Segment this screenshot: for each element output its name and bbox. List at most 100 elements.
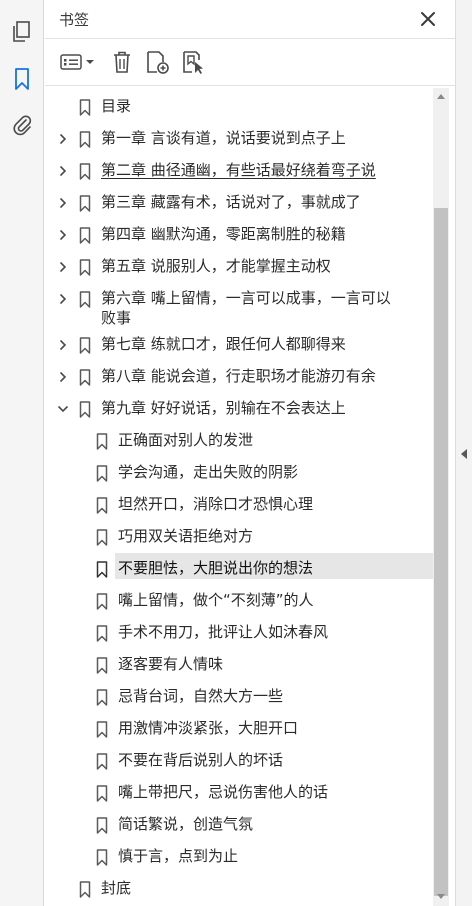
bookmark-subitem[interactable]: 忌背台词，自然大方一些 — [45, 681, 433, 713]
bookmark-tree: 目录第一章 言谈有道，说话要说到点子上第二章 曲径通幽，有些话最好绕着弯子说 第三… — [45, 88, 433, 906]
bookmark-label: 不要胆怯，大胆说出你的想法 — [118, 559, 314, 577]
bookmark-label: 坦然开口，消除口才恐惧心理 — [118, 495, 314, 513]
bookmark-icon — [96, 561, 108, 578]
bookmark-label: 第三章 藏露有术，话说对了，事就成了 — [101, 193, 361, 211]
bookmark-item[interactable]: 第七章 练就口才，跟任何人都聊得来 — [45, 329, 433, 361]
bookmark-subitem[interactable]: 手术不用刀，批评让人如沐春风 — [45, 617, 433, 649]
bookmark-label: 封底 — [101, 879, 132, 897]
bookmark-label: 巧用双关语拒绝对方 — [118, 527, 254, 545]
bookmark-subitem[interactable]: 逐客要有人情味 — [45, 649, 433, 681]
scroll-down-arrow-icon[interactable] — [437, 894, 445, 899]
bookmark-label: 用激情冲淡紧张，大胆开口 — [118, 719, 299, 737]
close-panel-button[interactable] — [417, 8, 439, 30]
chevron-down-icon[interactable] — [57, 403, 69, 415]
bookmark-icon — [96, 753, 108, 770]
bookmark-icon — [79, 195, 91, 212]
attachment-icon — [13, 115, 32, 136]
delete-icon — [114, 51, 130, 73]
bookmark-label: 学会沟通，走出失败的阴影 — [118, 463, 299, 481]
bookmark-label: 简话繁说，创造气氛 — [118, 815, 254, 833]
bookmark-icon — [79, 881, 91, 898]
bookmark-label: 第六章 嘴上留情，一言可以成事，一言可以败事 — [101, 289, 391, 327]
chevron-right-icon[interactable] — [57, 133, 69, 145]
bookmark-label: 嘴上带把尺，忌说伤害他人的话 — [118, 783, 329, 801]
bookmark-item[interactable]: 第六章 嘴上留情，一言可以成事，一言可以败事 — [45, 283, 433, 329]
chevron-right-icon[interactable] — [57, 339, 69, 351]
bookmark-icon — [96, 689, 108, 706]
bookmark-label: 手术不用刀，批评让人如沐春风 — [118, 623, 329, 641]
attachments-button[interactable] — [9, 112, 35, 138]
chevron-right-icon[interactable] — [57, 197, 69, 209]
new-bookmark-button[interactable] — [145, 49, 171, 75]
bookmark-label: 嘴上留情，做个“不刻薄”的人 — [118, 591, 314, 609]
bookmark-icon — [79, 259, 91, 276]
bookmark-subitem[interactable]: 慎于言，点到为止 — [45, 841, 433, 873]
bookmark-item[interactable]: 封底 — [45, 873, 433, 905]
bookmark-item[interactable]: 第四章 幽默沟通，零距离制胜的秘籍 — [45, 219, 433, 251]
bookmark-subitem[interactable]: 正确面对别人的发泄 — [45, 425, 433, 457]
bookmark-icon — [79, 227, 91, 244]
bookmark-icon — [79, 131, 91, 148]
bookmark-label: 第一章 言谈有道，说话要说到点子上 — [101, 129, 346, 147]
delete-bookmark-button[interactable] — [109, 49, 135, 75]
scroll-up-arrow-icon[interactable] — [437, 94, 445, 99]
bookmark-icon — [96, 433, 108, 450]
bookmark-icon — [96, 849, 108, 866]
bookmark-subitem[interactable]: 不要在背后说别人的坏话 — [45, 745, 433, 777]
bookmark-icon — [15, 68, 29, 90]
bookmark-icon — [96, 721, 108, 738]
bookmark-from-selection-icon — [183, 51, 203, 74]
bookmark-icon — [96, 785, 108, 802]
bookmark-icon — [79, 369, 91, 386]
bookmark-label: 正确面对别人的发泄 — [118, 431, 254, 449]
bookmark-item[interactable]: 第九章 好好说话，别输在不会表达上 — [45, 393, 433, 425]
bookmark-subitem[interactable]: 嘴上带把尺，忌说伤害他人的话 — [45, 777, 433, 809]
bookmark-subitem[interactable]: 简话繁说，创造气氛 — [45, 809, 433, 841]
close-icon — [421, 12, 435, 26]
bookmark-icon — [79, 99, 91, 116]
bookmark-icon — [79, 401, 91, 418]
pages-button[interactable] — [9, 19, 35, 45]
bookmark-item[interactable]: 第五章 说服别人，才能掌握主动权 — [45, 251, 433, 283]
bookmark-item[interactable]: 第八章 能说会道，行走职场才能游刃有余 — [45, 361, 433, 393]
collapse-arrow-icon[interactable] — [461, 449, 467, 459]
collapse-pane-strip[interactable] — [455, 0, 472, 906]
panel-title: 书签 — [59, 11, 90, 29]
bookmark-icon — [96, 593, 108, 610]
bookmark-label: 不要在背后说别人的坏话 — [118, 751, 284, 769]
bookmark-subitem[interactable]: 嘴上留情，做个“不刻薄”的人 — [45, 585, 433, 617]
chevron-right-icon[interactable] — [57, 371, 69, 383]
options-menu-button[interactable] — [59, 49, 97, 75]
bookmark-icon — [96, 657, 108, 674]
bookmark-subitem[interactable]: 用激情冲淡紧张，大胆开口 — [45, 713, 433, 745]
bookmark-subitem[interactable]: 不要胆怯，大胆说出你的想法 — [45, 553, 433, 585]
bookmark-label: 第二章 曲径通幽，有些话最好绕着弯子说 — [101, 161, 376, 179]
bookmark-item[interactable]: 第二章 曲径通幽，有些话最好绕着弯子说 — [45, 155, 433, 187]
bookmark-subitem[interactable]: 学会沟通，走出失败的阴影 — [45, 457, 433, 489]
bookmark-item[interactable]: 第三章 藏露有术，话说对了，事就成了 — [45, 187, 433, 219]
bookmark-subitem[interactable]: 巧用双关语拒绝对方 — [45, 521, 433, 553]
bookmark-icon — [79, 337, 91, 354]
scroll-thumb[interactable] — [434, 208, 448, 896]
chevron-right-icon[interactable] — [57, 293, 69, 305]
vertical-scrollbar[interactable] — [433, 88, 449, 906]
pages-icon — [13, 21, 30, 42]
bookmark-label: 第八章 能说会道，行走职场才能游刃有余 — [101, 367, 376, 385]
bookmark-icon — [96, 497, 108, 514]
chevron-right-icon[interactable] — [57, 229, 69, 241]
bookmarks-button[interactable] — [9, 66, 35, 92]
bookmark-label: 目录 — [101, 97, 132, 115]
bookmark-icon — [79, 163, 91, 180]
bookmark-subitem[interactable]: 坦然开口，消除口才恐惧心理 — [45, 489, 433, 521]
bookmark-from-selection-button[interactable] — [181, 49, 207, 75]
bookmark-item[interactable]: 第一章 言谈有道，说话要说到点子上 — [45, 123, 433, 155]
chevron-right-icon[interactable] — [57, 261, 69, 273]
bookmark-icon — [96, 529, 108, 546]
bookmark-label: 慎于言，点到为止 — [118, 847, 239, 865]
bookmark-label: 第七章 练就口才，跟任何人都聊得来 — [101, 335, 346, 353]
bookmark-item[interactable]: 目录 — [45, 91, 433, 123]
chevron-right-icon[interactable] — [57, 165, 69, 177]
bookmark-label: 忌背台词，自然大方一些 — [118, 687, 284, 705]
bookmarks-toolbar — [45, 38, 455, 86]
left-navigation-rail — [0, 0, 44, 906]
